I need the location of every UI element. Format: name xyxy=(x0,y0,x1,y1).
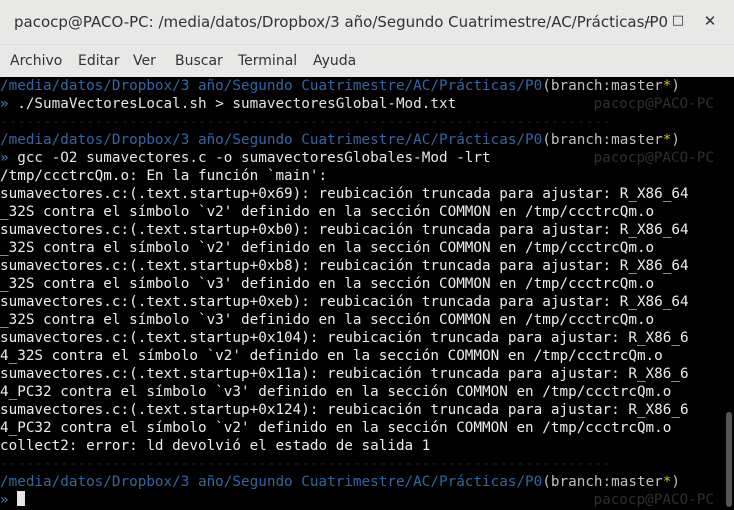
output-line: /tmp/ccctrcQm.o: En la función `main': xyxy=(0,168,328,184)
output-line: _32S contra el símbolo `v3' definido en … xyxy=(0,312,655,328)
git-branch: branch:master xyxy=(550,132,663,148)
output-line: sumavectores.c:(.text.startup+0x69): reu… xyxy=(0,186,689,202)
menu-bar: Archivo Editar Ver Buscar Terminal Ayuda xyxy=(0,45,734,77)
output-line: collect2: error: ld devolvió el estado d… xyxy=(0,438,431,454)
command-line[interactable]: » pacocp@PACO-PC xyxy=(0,491,734,509)
command-line: » ./SumaVectoresLocal.sh > sumavectoresG… xyxy=(0,95,734,113)
menu-ayuda[interactable]: Ayuda xyxy=(313,53,356,69)
host-hint: pacocp@PACO-PC xyxy=(593,492,714,508)
menu-terminal[interactable]: Terminal xyxy=(238,53,297,69)
menu-buscar[interactable]: Buscar xyxy=(175,53,223,69)
command-line: » gcc -O2 sumavectores.c -o sumavectores… xyxy=(0,149,734,167)
menu-editar[interactable]: Editar xyxy=(78,53,119,69)
host-hint: pacocp@PACO-PC xyxy=(593,96,714,112)
separator-line: ----------------------------------------… xyxy=(0,456,612,472)
title-bar[interactable]: pacocp@PACO-PC: /media/datos/Dropbox/3 a… xyxy=(0,0,734,45)
output-line: sumavectores.c:(.text.startup+0x11a): re… xyxy=(0,366,689,382)
menu-archivo[interactable]: Archivo xyxy=(10,53,62,69)
output-line: sumavectores.c:(.text.startup+0xb0): reu… xyxy=(0,222,689,238)
close-icon[interactable]: ✕ xyxy=(699,10,721,32)
minimize-icon[interactable]: – xyxy=(637,10,659,32)
prompt-path-line: /media/datos/Dropbox/3 año/Segundo Cuatr… xyxy=(0,78,681,94)
menu-ver[interactable]: Ver xyxy=(133,53,156,69)
scrollbar-thumb[interactable] xyxy=(726,412,732,507)
git-branch: branch:master xyxy=(550,474,663,490)
output-line: sumavectores.c:(.text.startup+0xeb): reu… xyxy=(0,294,689,310)
command-text: ./SumaVectoresLocal.sh > sumavectoresGlo… xyxy=(17,96,457,112)
output-line: sumavectores.c:(.text.startup+0x124): re… xyxy=(0,402,689,418)
git-branch: branch:master xyxy=(550,78,663,94)
output-line: sumavectores.c:(.text.startup+0xb8): reu… xyxy=(0,258,689,274)
output-line: _32S contra el símbolo `v2' definido en … xyxy=(0,204,655,220)
output-line: _32S contra el símbolo `v2' definido en … xyxy=(0,240,655,256)
scrollbar[interactable] xyxy=(724,77,734,510)
prompt-symbol: » xyxy=(0,150,9,166)
prompt-symbol: » xyxy=(0,96,9,112)
output-line: 4_PC32 contra el símbolo `v3' definido e… xyxy=(0,384,672,400)
text-cursor xyxy=(17,491,26,506)
terminal-view[interactable]: /media/datos/Dropbox/3 año/Segundo Cuatr… xyxy=(0,77,734,510)
prompt-path-line: /media/datos/Dropbox/3 año/Segundo Cuatr… xyxy=(0,474,681,490)
separator-line: ----------------------------------------… xyxy=(0,114,612,130)
prompt-path-line: /media/datos/Dropbox/3 año/Segundo Cuatr… xyxy=(0,132,681,148)
window-title: pacocp@PACO-PC: /media/datos/Dropbox/3 a… xyxy=(14,13,669,31)
cwd-path: /media/datos/Dropbox/3 año/Segundo Cuatr… xyxy=(0,78,543,94)
command-text: gcc -O2 sumavectores.c -o sumavectoresGl… xyxy=(17,150,491,166)
maximize-icon[interactable]: □ xyxy=(667,10,689,32)
host-hint: pacocp@PACO-PC xyxy=(593,150,714,166)
output-line: sumavectores.c:(.text.startup+0x104): re… xyxy=(0,330,689,346)
cwd-path: /media/datos/Dropbox/3 año/Segundo Cuatr… xyxy=(0,132,543,148)
prompt-symbol: » xyxy=(0,492,9,508)
cwd-path: /media/datos/Dropbox/3 año/Segundo Cuatr… xyxy=(0,474,543,490)
output-line: 4_32S contra el símbolo `v2' definido en… xyxy=(0,348,663,364)
output-line: _32S contra el símbolo `v3' definido en … xyxy=(0,276,655,292)
output-line: 4_PC32 contra el símbolo `v2' definido e… xyxy=(0,420,672,436)
